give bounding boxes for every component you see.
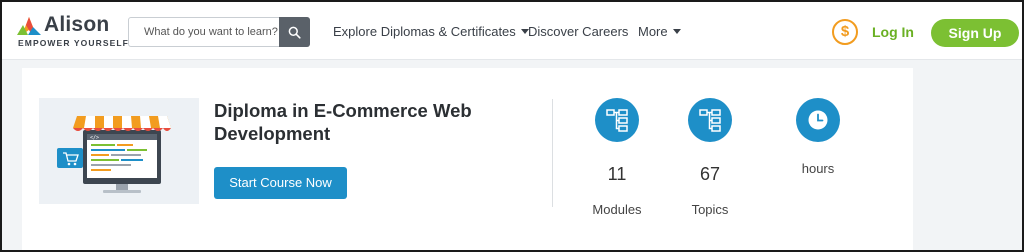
stat-topics: 67 Topics (670, 98, 750, 217)
nav-explore-diplomas[interactable]: Explore Diplomas & Certificates (333, 24, 529, 39)
search-box (128, 17, 310, 47)
signup-button[interactable]: Sign Up (931, 19, 1019, 47)
nav-more-label: More (638, 24, 668, 39)
modules-count: 11 (607, 164, 627, 184)
nav-more[interactable]: More (638, 24, 681, 39)
brand-name: Alison (44, 13, 110, 36)
alison-logo-icon (17, 17, 41, 35)
topics-label: Topics (691, 202, 729, 217)
search-input[interactable] (129, 18, 279, 46)
topic-tree-icon (688, 98, 732, 142)
course-title[interactable]: Diploma in E-Commerce Web Development (214, 99, 534, 145)
page-frame: Alison EMPOWER YOURSELF Explore Diplomas… (0, 0, 1024, 252)
brand-tagline: EMPOWER YOURSELF (18, 38, 129, 48)
clock-icon (796, 98, 840, 142)
stat-modules: 11 Modules (577, 98, 657, 217)
course-thumbnail[interactable]: </> (39, 98, 199, 204)
hours-label: hours (801, 161, 835, 176)
site-header: Alison EMPOWER YOURSELF Explore Diplomas… (2, 2, 1022, 60)
start-course-button[interactable]: Start Course Now (214, 167, 347, 199)
svg-text:</>: </> (90, 135, 99, 141)
login-link[interactable]: Log In (872, 24, 914, 40)
course-card: </> Diploma in E-Commerce Web Developmen… (22, 68, 913, 250)
dollar-coin-icon[interactable]: $ (832, 19, 858, 45)
search-button[interactable] (279, 17, 310, 47)
nav-careers-label: Discover Careers (528, 24, 629, 39)
chevron-down-icon (672, 29, 681, 34)
stat-hours: hours (778, 98, 858, 176)
topics-count: 67 (699, 164, 721, 184)
search-icon (288, 26, 301, 39)
modules-label: Modules (592, 202, 642, 217)
nav-discover-careers[interactable]: Discover Careers (528, 24, 628, 39)
nav-explore-label: Explore Diplomas & Certificates (333, 24, 516, 39)
module-tree-icon (595, 98, 639, 142)
divider (552, 99, 553, 207)
alison-logo[interactable]: Alison EMPOWER YOURSELF (16, 13, 129, 49)
ecommerce-storefront-illustration: </> (57, 116, 171, 193)
